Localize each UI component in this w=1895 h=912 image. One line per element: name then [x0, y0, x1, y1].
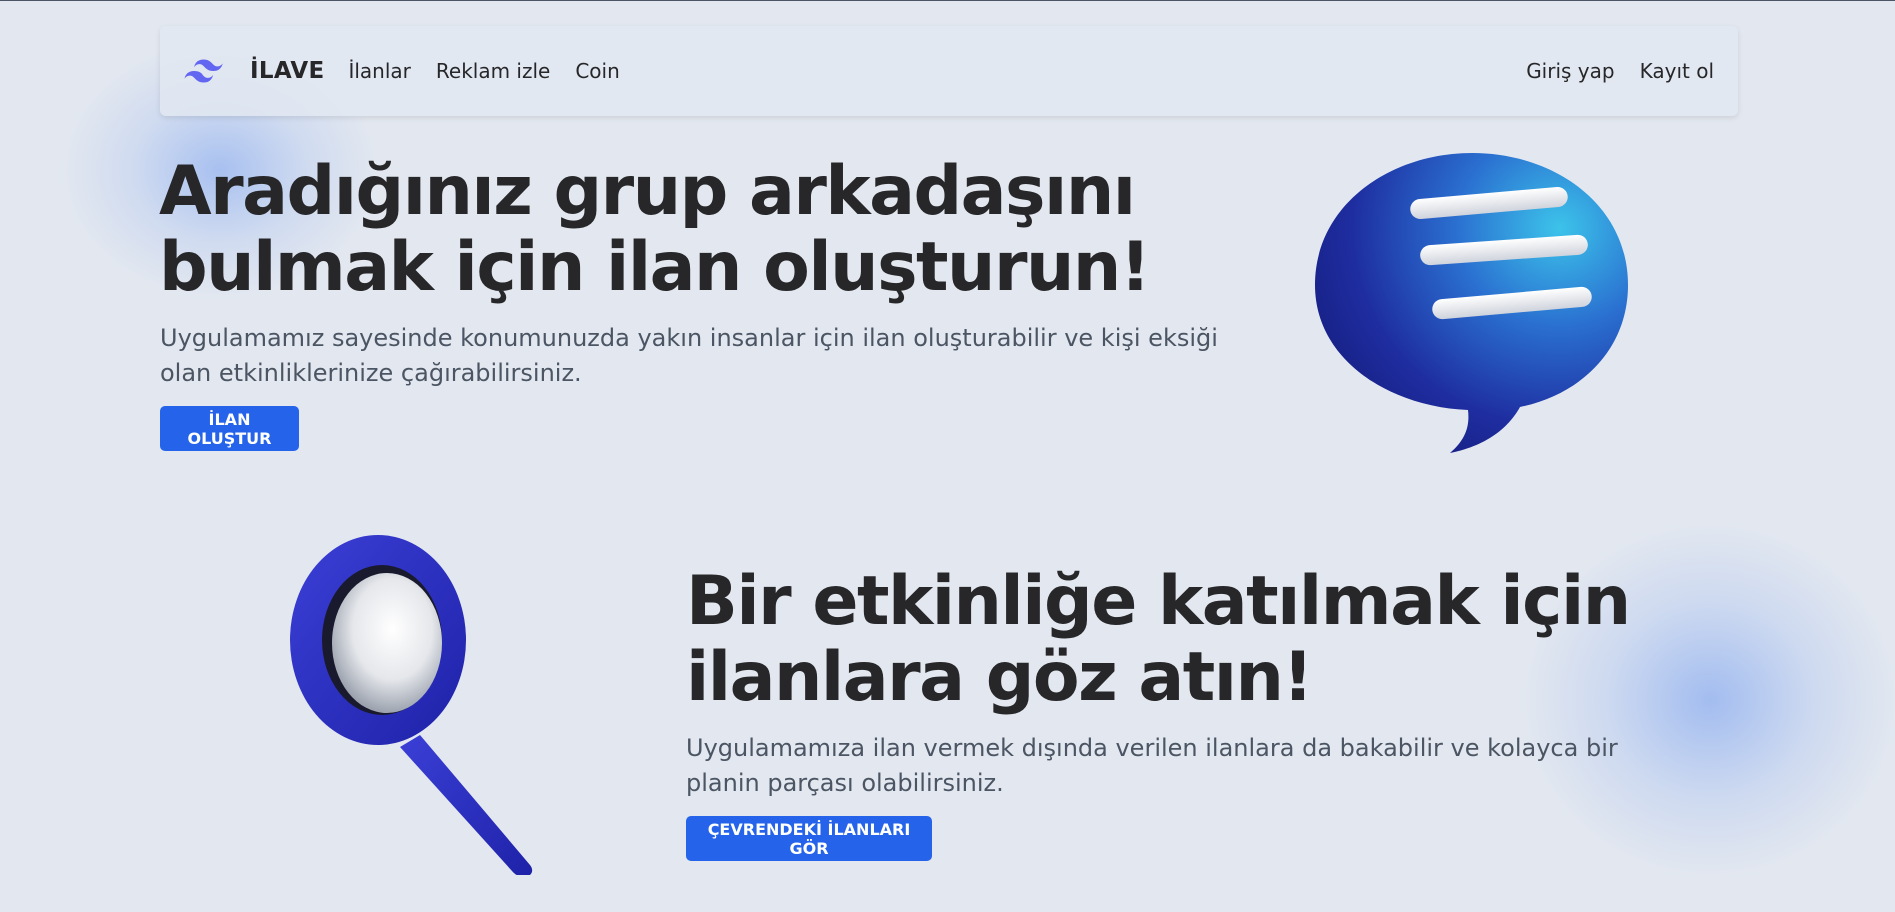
nav-link-reklam-izle[interactable]: Reklam izle	[436, 59, 550, 83]
browse-nearby-listings-button[interactable]: ÇEVRENDEKİ İLANLARI GÖR	[686, 816, 932, 861]
login-link[interactable]: Giriş yap	[1526, 59, 1614, 83]
hero-create-title-line2: bulmak için ilan oluşturun!	[159, 228, 1151, 307]
chat-bubble-icon	[1315, 153, 1628, 453]
hero-create-subtitle: Uygulamamız sayesinde konumunuzda yakın …	[160, 324, 1218, 387]
hero-browse-title: Bir etkinliğe katılmak için ilanlara göz…	[686, 564, 1786, 716]
magnifier-icon	[290, 535, 532, 875]
nav-link-coin[interactable]: Coin	[575, 59, 619, 83]
brand-name: İLAVE	[250, 58, 325, 84]
auth-links: Giriş yap Kayıt ol	[1526, 59, 1714, 83]
nav-link-ilanlar[interactable]: İlanlar	[348, 59, 410, 83]
create-listing-button[interactable]: İLAN OLUŞTUR	[160, 406, 299, 451]
top-border	[0, 0, 1895, 1]
hero-create-title: Aradığınız grup arkadaşını bulmak için i…	[159, 154, 1259, 306]
hero-browse-title-line2: ilanlara göz atın!	[686, 638, 1313, 717]
logo-waves-icon	[184, 59, 223, 83]
top-navbar: İLAVE İlanlar Reklam izle Coin Giriş yap…	[160, 26, 1738, 116]
hero-browse-subtitle: Uygulamamıza ilan vermek dışında verilen…	[686, 734, 1618, 797]
register-link[interactable]: Kayıt ol	[1640, 59, 1714, 83]
hero-create-title-line1: Aradığınız grup arkadaşını	[159, 152, 1136, 231]
brand-link[interactable]: İLAVE	[184, 56, 324, 86]
hero-browse-title-line1: Bir etkinliğe katılmak için	[686, 562, 1631, 641]
